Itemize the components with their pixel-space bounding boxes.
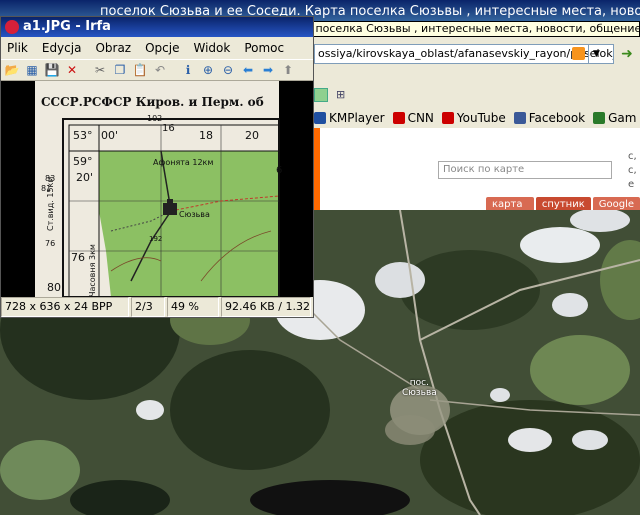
tab-grid-icon[interactable]: ⊞ — [336, 88, 350, 102]
menu-image[interactable]: Obraz — [95, 39, 131, 57]
map-place-label: Сюзьва — [179, 210, 210, 219]
status-page: 2/3 — [131, 297, 165, 317]
zoom-in-icon[interactable]: ⊕ — [199, 61, 217, 79]
address-dropdown-icon[interactable]: ▼ — [588, 45, 604, 63]
facebook-icon — [513, 112, 526, 124]
map-lat-2: 59° — [73, 155, 93, 168]
toolbar-separator — [83, 61, 89, 79]
map-lat-1: 53° — [73, 129, 93, 142]
image-viewport[interactable]: СССР.РСФСР Киров. и Перм. об 53° 00' 59°… — [1, 81, 313, 297]
map-min-1: 00' — [101, 129, 118, 142]
undo-icon[interactable]: ↶ — [151, 61, 169, 79]
prev-icon[interactable]: ⬅ — [239, 61, 257, 79]
menu-bar: Plik Edycja Obraz Opcje Widok Pomoc — [1, 39, 313, 57]
irfanview-title-bar[interactable]: a1.JPG - Irfa — [1, 17, 313, 37]
map-side-label-2: Часовня 3км — [88, 244, 97, 297]
delete-icon[interactable]: ✕ — [63, 61, 81, 79]
village-label-name: Сюзьва — [402, 388, 437, 398]
map-search-input[interactable]: Поиск по карте — [438, 161, 612, 179]
kmplayer-icon — [314, 112, 326, 124]
toolbar: 📂 ▦ 💾 ✕ ✂ ❐ 📋 ↶ ℹ ⊕ ⊖ ⬅ ➡ ⬆ — [1, 59, 313, 81]
status-size: 92.46 KB / 1.32 — [221, 297, 311, 317]
bookmarks-bar: KMPlayer CNN YouTube Facebook Gam — [314, 108, 640, 128]
map-min-2: 20' — [76, 171, 93, 184]
map-x-label-3: 18 — [199, 129, 213, 142]
open-icon[interactable]: 📂 — [3, 61, 21, 79]
irfanview-app-icon[interactable] — [5, 20, 19, 34]
zoom-out-icon[interactable]: ⊖ — [219, 61, 237, 79]
map-x-label-1: 102 — [147, 114, 162, 123]
status-dimensions: 728 x 636 x 24 BPP — [1, 297, 129, 317]
bookmark-facebook[interactable]: Facebook — [513, 111, 586, 125]
menu-view[interactable]: Widok — [194, 39, 231, 57]
map-y-label-3: 80 — [47, 281, 61, 294]
info-icon[interactable]: ℹ — [179, 61, 197, 79]
map-n-label-2: 6 — [276, 165, 282, 176]
copy-icon[interactable]: ❐ — [111, 61, 129, 79]
status-zoom: 49 % — [167, 297, 219, 317]
bookmark-label: Facebook — [528, 111, 586, 125]
paste-icon[interactable]: 📋 — [131, 61, 149, 79]
map-side-label-1: Ст.вид. 15км — [46, 177, 55, 231]
bookmark-kmplayer[interactable]: KMPlayer — [314, 111, 385, 125]
menu-help[interactable]: Pomoc — [244, 39, 284, 57]
bookmark-gam[interactable]: Gam — [593, 111, 636, 125]
upload-icon[interactable]: ⬆ — [279, 61, 297, 79]
cut-icon[interactable]: ✂ — [91, 61, 109, 79]
map-x-label-4: 20 — [245, 129, 259, 142]
bookmark-label: KMPlayer — [329, 111, 385, 125]
bookmark-label: CNN — [407, 111, 434, 125]
page-side-text: с, с, е — [628, 151, 637, 190]
menu-edit[interactable]: Edycja — [42, 39, 82, 57]
map-x-label-2: 16 — [162, 123, 175, 134]
tab-favicon-icon[interactable] — [314, 88, 328, 102]
map-road-label: Афонята 12км — [153, 158, 213, 167]
irfanview-window: a1.JPG - Irfa Plik Edycja Obraz Opcje Wi… — [0, 16, 314, 318]
menu-file[interactable]: Plik — [7, 39, 28, 57]
rss-icon[interactable] — [572, 47, 585, 60]
menu-options[interactable]: Opcje — [145, 39, 179, 57]
village-label-prefix: пос. — [409, 378, 429, 388]
bookmark-youtube[interactable]: YouTube — [441, 111, 506, 125]
map-y-label-2: 76 — [71, 251, 85, 264]
go-arrow-icon[interactable]: ➜ — [618, 44, 636, 64]
toolbar-separator — [171, 61, 177, 79]
map-elevation-label: 192 — [149, 235, 162, 243]
bookmark-cnn[interactable]: CNN — [392, 111, 434, 125]
village-label: пос. Сюзьва — [402, 378, 437, 398]
bookmark-label: YouTube — [456, 111, 506, 125]
page-accent-bar — [314, 128, 320, 212]
slideshow-icon[interactable]: ▦ — [23, 61, 41, 79]
next-icon[interactable]: ➡ — [259, 61, 277, 79]
save-icon[interactable]: 💾 — [43, 61, 61, 79]
map-y-label-4: 76 — [45, 239, 55, 248]
address-bar[interactable]: ossiya/kirovskaya_oblast/afanasevskiy_ra… — [314, 44, 614, 64]
youtube-icon — [441, 112, 454, 124]
cnn-icon — [392, 112, 405, 124]
map-header-text: СССР.РСФСР Киров. и Перм. об — [41, 95, 264, 109]
games-icon — [593, 112, 606, 124]
status-bar: 728 x 636 x 24 BPP 2/3 49 % 92.46 KB / 1… — [1, 297, 313, 317]
bookmark-label: Gam — [608, 111, 637, 125]
